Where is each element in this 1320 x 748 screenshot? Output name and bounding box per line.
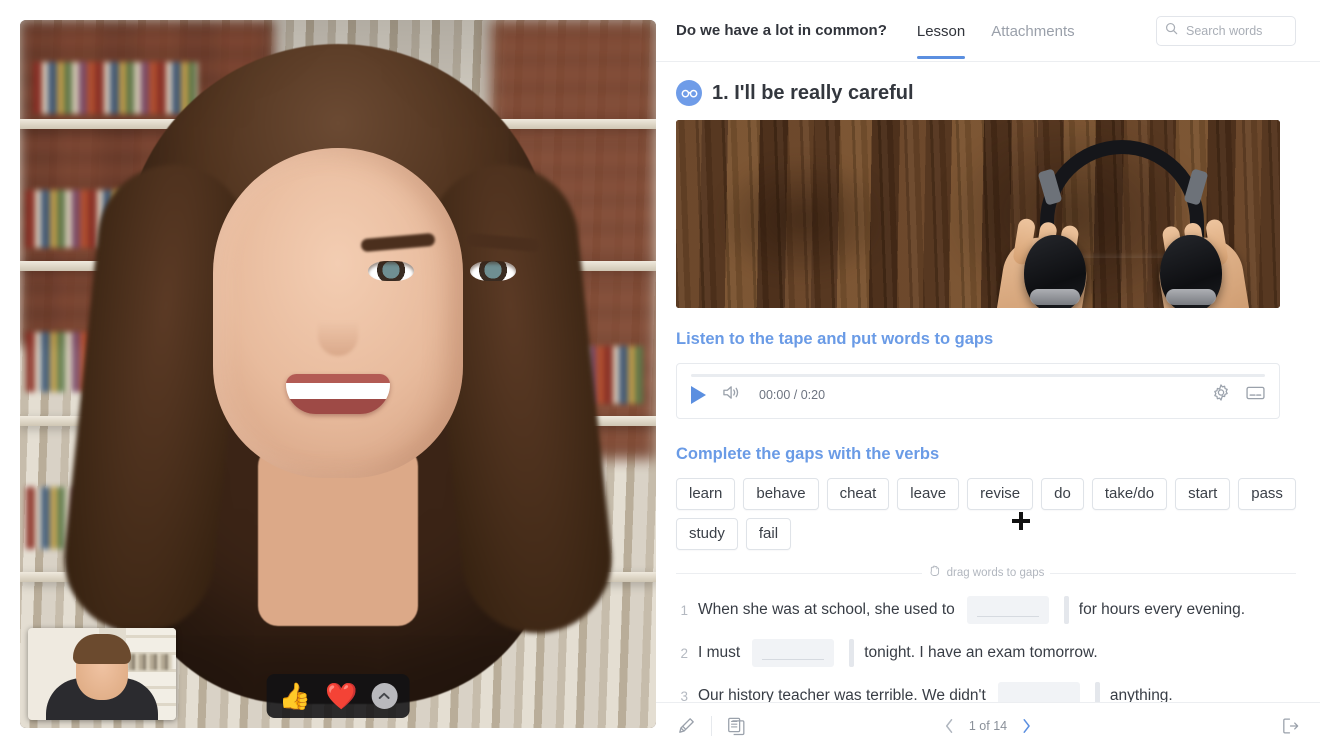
page-title: Do we have a lot in common? <box>676 22 887 39</box>
word-chip[interactable]: leave <box>897 478 960 510</box>
drag-hint-label: drag words to gaps <box>946 567 1045 579</box>
audio-player[interactable]: 00:00 / 0:20 <box>676 363 1280 419</box>
chevron-left-icon[interactable] <box>944 718 955 734</box>
pen-icon[interactable] <box>676 715 697 736</box>
lesson-image <box>676 120 1280 308</box>
lesson-header: Do we have a lot in common? Lesson Attac… <box>656 0 1320 62</box>
sentence-list: 1 When she was at school, she used to for … <box>676 596 1296 702</box>
wood-grain-knot-1 <box>712 153 893 284</box>
word-chip[interactable]: do <box>1041 478 1084 510</box>
sentence-text-before: I must <box>698 644 741 661</box>
headphones-earcup-left <box>1024 235 1086 308</box>
word-chip[interactable]: fail <box>745 518 792 550</box>
exit-icon[interactable] <box>1280 716 1300 736</box>
participant-eye-right <box>470 261 516 282</box>
app-window: 👍 ❤️ Do we have a lot in common? Lesson … <box>0 0 1320 748</box>
sentence-number: 3 <box>680 688 688 703</box>
audio-progress-bar[interactable] <box>691 374 1265 377</box>
word-chip[interactable]: take/do <box>1091 478 1168 510</box>
lesson-panel: Do we have a lot in common? Lesson Attac… <box>656 0 1320 748</box>
drag-hint: drag words to gaps <box>676 564 1296 582</box>
tab-lesson[interactable]: Lesson <box>916 3 966 59</box>
headphones-graphic <box>992 140 1254 308</box>
remote-video-panel[interactable]: 👍 ❤️ <box>20 20 656 728</box>
participant-eye-left <box>368 261 414 282</box>
glasses-icon <box>676 80 702 106</box>
word-chip[interactable]: study <box>676 518 738 550</box>
word-chip[interactable]: revise <box>967 478 1034 510</box>
pager: 1 of 14 <box>944 718 1032 734</box>
self-view-thumbnail[interactable] <box>28 628 176 720</box>
word-chip[interactable]: behave <box>743 478 819 510</box>
sentence-text-after: tonight. I have an exam tomorrow. <box>864 644 1098 661</box>
gap-drop-indicator <box>1094 682 1100 702</box>
word-bank: learn behave cheat leave revise do take/do star… <box>676 478 1296 550</box>
gap-dropzone[interactable] <box>752 639 835 667</box>
heart-reaction-icon[interactable]: ❤️ <box>325 683 357 709</box>
grab-hand-icon <box>928 564 941 582</box>
exercise-title: 1. I'll be really careful <box>712 81 914 104</box>
lesson-footer: 1 of 14 <box>656 702 1320 748</box>
tab-attachments-label: Attachments <box>991 22 1075 40</box>
gap-dropzone[interactable] <box>997 682 1080 702</box>
lesson-content-scroll[interactable]: 1. I'll be really careful Listen to the … <box>656 62 1320 702</box>
sentence-number: 2 <box>680 645 688 661</box>
participant-mouth <box>286 374 390 415</box>
word-chip[interactable]: start <box>1175 478 1231 510</box>
captions-icon[interactable] <box>1246 385 1265 405</box>
chevron-right-icon[interactable] <box>1021 718 1032 734</box>
word-chip[interactable]: pass <box>1238 478 1296 510</box>
audio-section-title: Listen to the tape and put words to gaps <box>676 330 994 348</box>
sentence-row: 3 Our history teacher was terrible. We di… <box>676 682 1296 702</box>
word-chip[interactable]: cheat <box>826 478 890 510</box>
sentence-text-after: for hours every evening. <box>1078 601 1246 618</box>
footer-left-tools <box>676 715 746 736</box>
search-input[interactable] <box>1184 22 1287 39</box>
sentence-row: 1 When she was at school, she used to for … <box>676 596 1296 624</box>
sentence-text-before: When she was at school, she used to <box>698 601 955 618</box>
sentence-row: 2 I must tonight. I have an exam tomorrow. <box>676 639 1296 667</box>
exercise-heading: 1. I'll be really careful <box>676 80 1296 106</box>
gap-dropzone[interactable] <box>966 596 1049 624</box>
audio-time-label: 00:00 / 0:20 <box>759 388 826 402</box>
gear-icon[interactable] <box>1212 384 1230 407</box>
gap-exercise-title: Complete the gaps with the verbs <box>676 445 940 463</box>
chevron-up-icon[interactable] <box>371 683 398 709</box>
sentence-number: 1 <box>680 602 688 618</box>
sentence-text-after: anything. <box>1109 687 1173 702</box>
reactions-bar[interactable]: 👍 ❤️ <box>266 674 410 718</box>
search-box[interactable] <box>1156 15 1296 46</box>
drag-hint-rule-right <box>1050 572 1296 574</box>
thumbs-up-reaction-icon[interactable]: 👍 <box>279 683 311 709</box>
gap-drop-indicator <box>849 639 855 667</box>
headphones-earcup-right <box>1160 235 1222 308</box>
play-icon[interactable] <box>691 386 706 404</box>
sentence-text-before: Our history teacher was terrible. We did… <box>698 687 986 702</box>
audio-controls: 00:00 / 0:20 <box>691 384 825 406</box>
pages-icon[interactable] <box>726 716 746 736</box>
audio-right-controls <box>1212 384 1265 407</box>
word-chip[interactable]: learn <box>676 478 736 510</box>
remote-participant-video <box>58 36 618 728</box>
volume-icon[interactable] <box>722 384 741 406</box>
page-indicator: 1 of 14 <box>968 718 1008 733</box>
participant-nose <box>318 298 358 357</box>
tab-attachments[interactable]: Attachments <box>991 3 1074 59</box>
footer-divider <box>711 715 712 736</box>
search-icon <box>1165 22 1178 40</box>
drag-hint-rule-left <box>676 572 922 574</box>
self-view-books <box>127 654 172 670</box>
self-view-hair <box>73 634 131 664</box>
tab-lesson-label: Lesson <box>916 22 966 40</box>
gap-drop-indicator <box>1063 596 1069 624</box>
